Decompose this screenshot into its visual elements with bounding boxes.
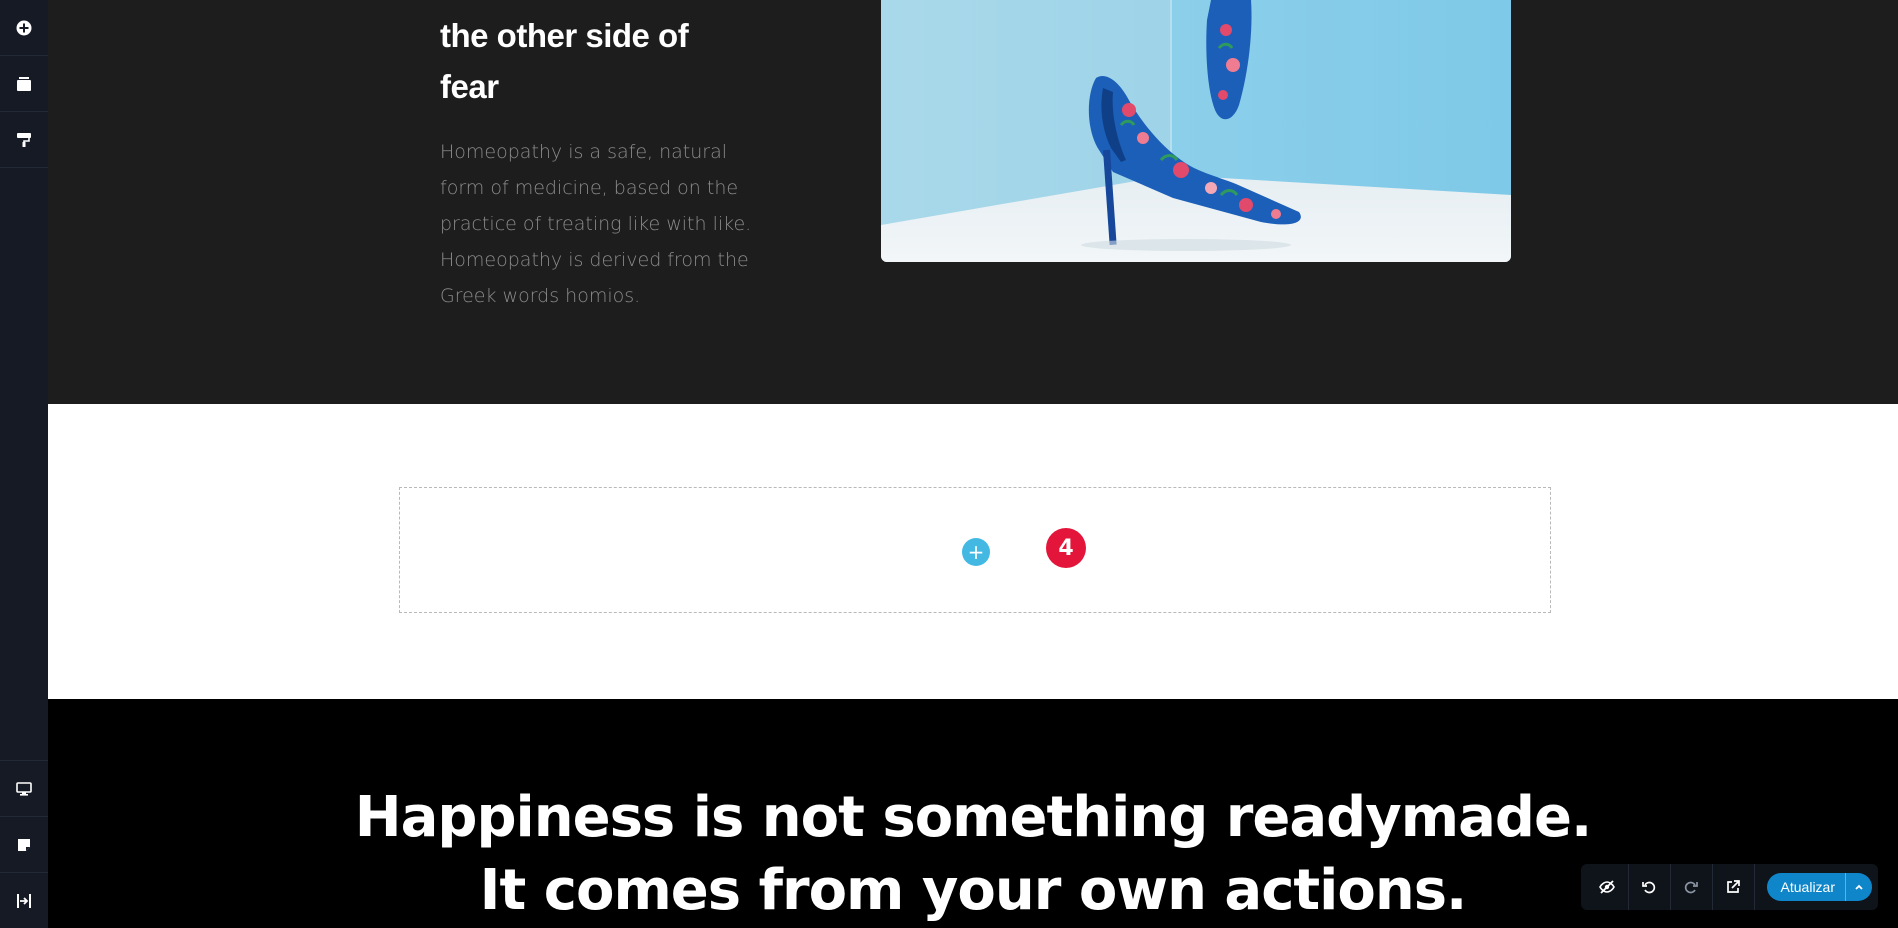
body-line: Homeopathy is derived from the (440, 249, 749, 271)
update-button[interactable]: Atualizar (1767, 879, 1845, 895)
body-line: Greek words homios. (440, 285, 641, 307)
page-canvas: the other side of fear Homeopathy is a s… (48, 0, 1898, 928)
exit-editor-button[interactable] (0, 872, 48, 928)
hide-preview-icon (1599, 880, 1615, 894)
editor-sidebar (0, 0, 48, 928)
desktop-icon (16, 781, 32, 796)
add-element-icon (16, 20, 32, 35)
empty-section[interactable]: + 4 (48, 404, 1898, 699)
layers-icon (17, 76, 31, 91)
floral-heels-illustration (881, 0, 1511, 262)
hero-headline-line1: the other side of (440, 17, 689, 54)
undo-icon (1642, 881, 1656, 894)
update-options-button[interactable] (1845, 873, 1872, 901)
external-preview-button[interactable] (1713, 864, 1755, 910)
update-button-group: Atualizar (1766, 873, 1872, 901)
hero-headline-line2: fear (440, 68, 499, 105)
widget-drop-zone[interactable]: + 4 (399, 487, 1551, 613)
notification-badge[interactable]: 4 (1046, 528, 1086, 568)
exit-icon (17, 893, 31, 908)
quote-line2: It comes from your own actions. (479, 858, 1468, 923)
style-button[interactable] (0, 112, 48, 168)
responsive-mode-button[interactable] (0, 760, 48, 816)
paint-roller-icon (17, 132, 31, 147)
add-element-button[interactable] (0, 0, 48, 56)
body-line: practice of treating like with like. (440, 213, 752, 235)
chevron-up-icon (1855, 884, 1863, 890)
hero-headline[interactable]: the other side of fear (440, 10, 760, 112)
hero-section[interactable]: the other side of fear Homeopathy is a s… (48, 0, 1898, 404)
external-preview-icon (1727, 880, 1740, 893)
editor-toolbar: Atualizar (1580, 864, 1878, 910)
hero-body-text[interactable]: Homeopathy is a safe, natural form of me… (440, 134, 760, 314)
hero-image[interactable] (881, 0, 1511, 262)
redo-icon (1684, 881, 1698, 894)
page-settings-button[interactable] (0, 816, 48, 872)
add-widget-button[interactable]: + (962, 538, 990, 566)
body-line: form of medicine, based on the (440, 177, 739, 199)
undo-button[interactable] (1629, 864, 1671, 910)
plus-icon: + (967, 540, 985, 564)
body-line: Homeopathy is a safe, natural (440, 141, 728, 163)
layers-button[interactable] (0, 56, 48, 112)
redo-button[interactable] (1671, 864, 1713, 910)
hide-preview-button[interactable] (1587, 864, 1629, 910)
quote-line1: Happiness is not something readymade. (354, 785, 1593, 850)
page-settings-icon (18, 838, 30, 851)
